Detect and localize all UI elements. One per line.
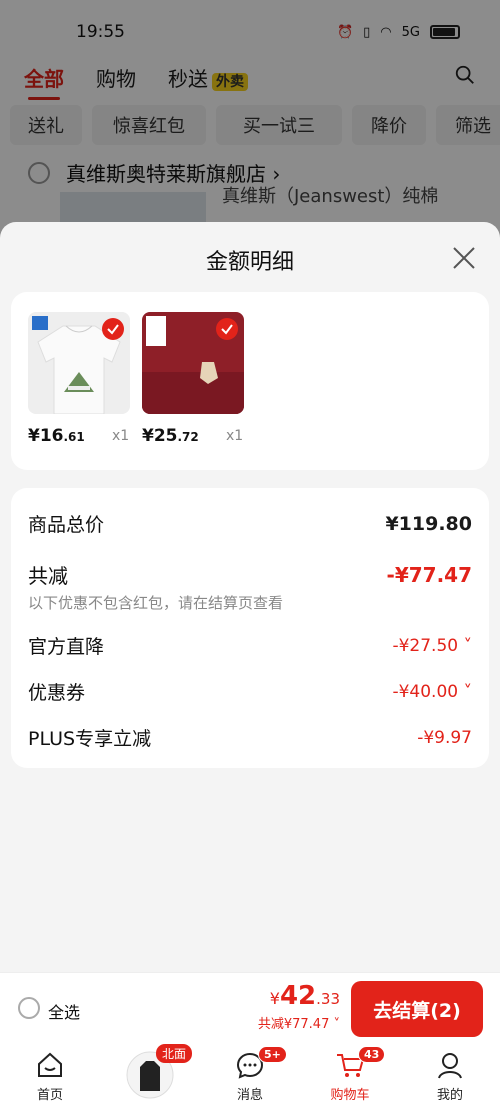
discount-item-value: -¥27.50 ˅ — [392, 635, 473, 656]
user-icon — [438, 1053, 462, 1079]
chevron-down-icon: ˅ — [463, 681, 473, 702]
discount-item-label: 优惠券 — [28, 682, 86, 704]
checked-icon[interactable] — [102, 318, 124, 340]
total-discount[interactable]: 共减¥77.47 ˅ — [258, 1013, 340, 1032]
discount-label: 共减 — [28, 564, 68, 588]
tab-promo[interactable]: 北面 — [100, 1042, 200, 1111]
goods-total-label: 商品总价 — [28, 514, 105, 536]
discount-item-value: -¥40.00 ˅ — [392, 681, 473, 702]
product-qty: x1 — [112, 428, 130, 444]
home-icon — [38, 1052, 62, 1077]
product-image-red-tee — [142, 312, 244, 414]
cart-badge: 43 — [358, 1046, 386, 1063]
tab-bar: 首页 北面 5+ 消息 43 购物车 我的 — [0, 1042, 500, 1111]
discount-item-label: 官方直降 — [28, 636, 105, 658]
discount-note: 以下优惠不包含红包，请在结算页查看 — [28, 594, 284, 612]
checkout-button[interactable]: 去结算(2) — [351, 981, 483, 1037]
discount-item-plus: PLUS专享立减 -¥9.97 — [28, 724, 472, 751]
product-image-white-tee — [28, 312, 130, 414]
discount-item-official[interactable]: 官方直降 -¥27.50 ˅ — [28, 632, 472, 659]
product-item[interactable]: ¥16.61 x1 — [28, 312, 130, 446]
chevron-down-icon: ˅ — [333, 1017, 341, 1032]
discount-item-label: PLUS专享立减 — [28, 728, 152, 750]
product-qty: x1 — [226, 428, 244, 444]
chevron-down-icon: ˅ — [463, 635, 473, 656]
discount-total-value: -¥77.47 — [386, 562, 472, 587]
total-price: ¥42.33 共减¥77.47 ˅ — [257, 981, 340, 1032]
goods-total-row: 商品总价 ¥119.80 — [28, 510, 472, 537]
select-all-label[interactable]: 全选 — [48, 999, 80, 1023]
tab-me[interactable]: 我的 — [400, 1042, 500, 1111]
tab-messages[interactable]: 5+ 消息 — [200, 1042, 300, 1111]
amount-detail-sheet: 金额明细 ¥16.61 x1 ¥25.72 x1 商品总价 ¥119.80 共减… — [0, 222, 500, 972]
price-summary-card: 商品总价 ¥119.80 共减 -¥77.47 以下优惠不包含红包，请在结算页查… — [11, 488, 489, 768]
discount-item-coupon[interactable]: 优惠券 -¥40.00 ˅ — [28, 678, 472, 705]
tab-home[interactable]: 首页 — [0, 1042, 100, 1111]
message-badge: 5+ — [258, 1046, 287, 1063]
discount-total-row: 共减 -¥77.47 — [28, 560, 472, 589]
sheet-title: 金额明细 — [205, 250, 294, 275]
goods-total-value: ¥119.80 — [385, 512, 472, 535]
product-price: ¥16.61 — [28, 426, 85, 446]
product-item[interactable]: ¥25.72 x1 — [142, 312, 244, 446]
close-icon[interactable] — [452, 246, 476, 270]
checkout-bar: 全选 ¥42.33 共减¥77.47 ˅ 去结算(2) — [0, 972, 500, 1042]
product-price: ¥25.72 — [142, 426, 199, 446]
products-card: ¥16.61 x1 ¥25.72 x1 — [11, 292, 489, 470]
promo-badge: 北面 — [156, 1044, 193, 1063]
checked-icon[interactable] — [216, 318, 238, 340]
tab-cart[interactable]: 43 购物车 — [300, 1042, 400, 1111]
discount-item-value: -¥9.97 — [417, 727, 472, 748]
select-all-radio[interactable] — [18, 997, 40, 1019]
